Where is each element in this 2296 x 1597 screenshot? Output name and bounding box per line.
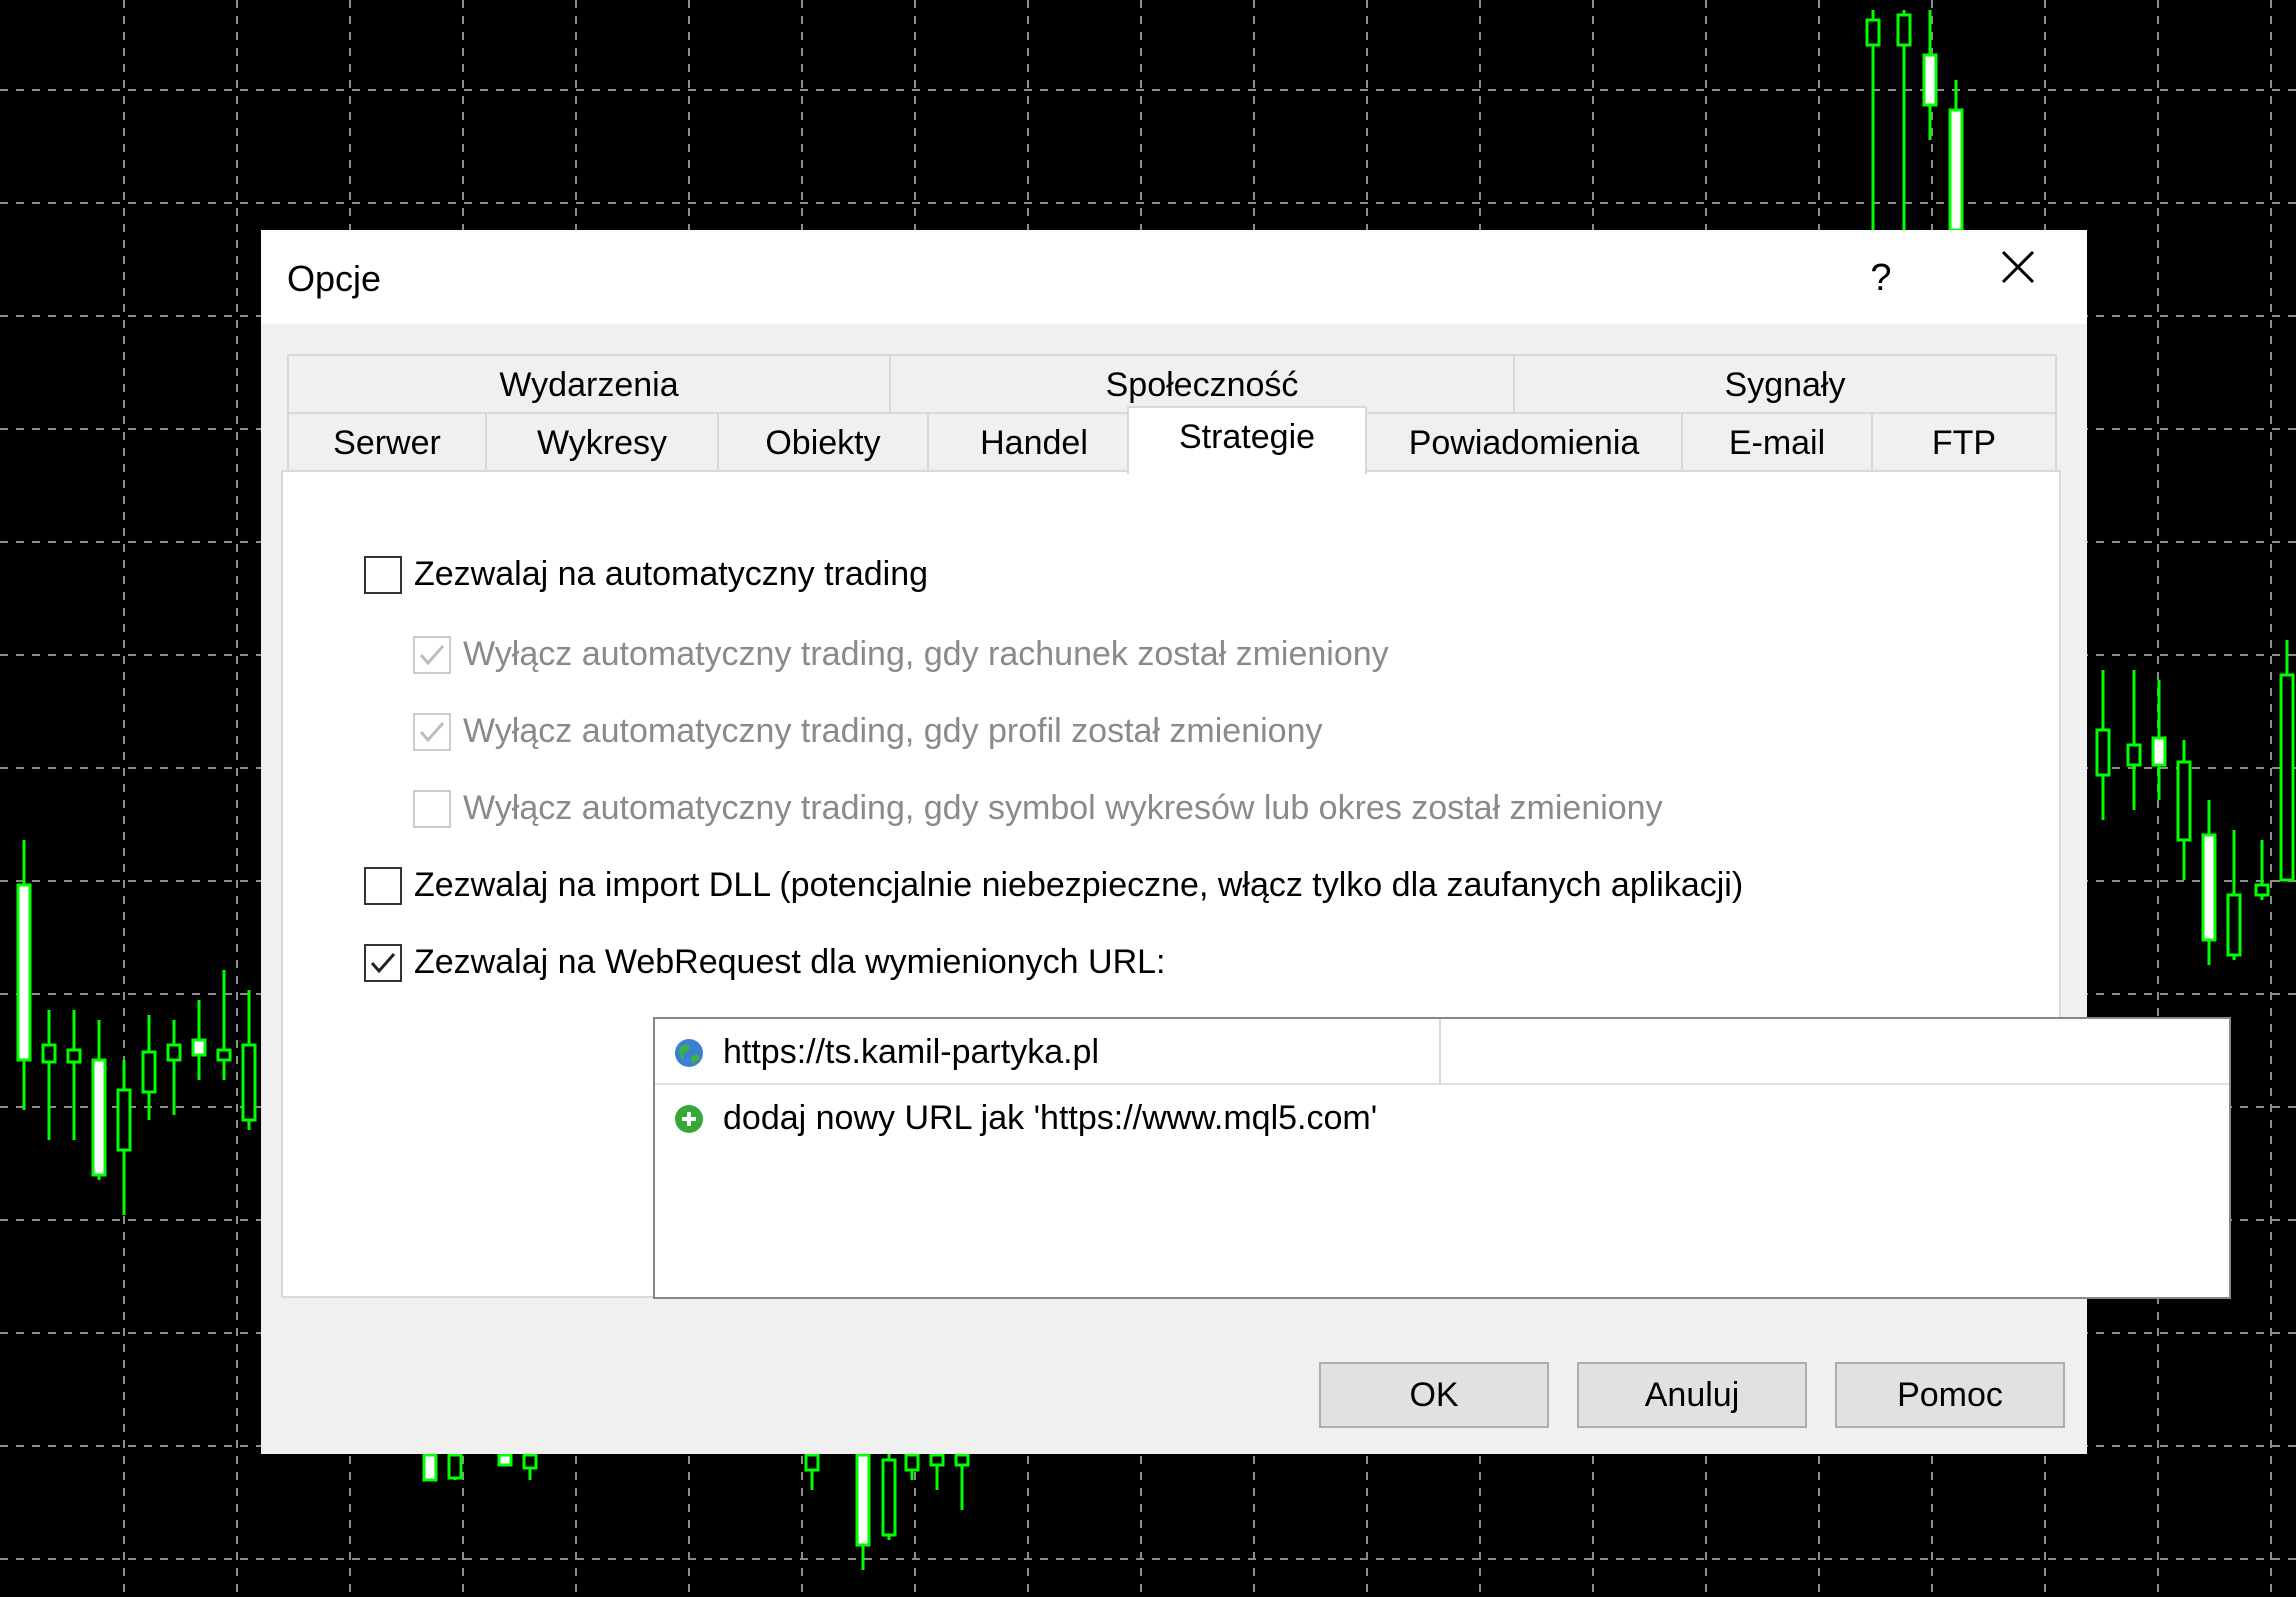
candle-body bbox=[954, 1453, 970, 1467]
tab-wydarzenia[interactable]: Wydarzenia bbox=[287, 354, 891, 414]
dll-import-checkbox[interactable] bbox=[364, 866, 402, 905]
tab-serwer[interactable]: Serwer bbox=[287, 412, 487, 472]
dll-import-label: Zezwalaj na import DLL (potencjalnie nie… bbox=[414, 866, 1744, 904]
checkmark-icon bbox=[419, 644, 445, 665]
candle-body bbox=[216, 1048, 232, 1062]
candle-body bbox=[497, 1453, 513, 1467]
tab-email[interactable]: E-mail bbox=[1681, 412, 1873, 472]
auto-trading-label: Zezwalaj na automatyczny trading bbox=[414, 555, 929, 593]
tab-spolecznosc[interactable]: Społeczność bbox=[889, 354, 1515, 414]
add-url-hint: dodaj nowy URL jak 'https://www.mql5.com… bbox=[723, 1099, 1378, 1137]
candle-body bbox=[904, 1453, 920, 1472]
candle-body bbox=[191, 1038, 207, 1057]
tab-sygnaly[interactable]: Sygnały bbox=[1513, 354, 2057, 414]
checkmark-icon bbox=[419, 721, 445, 742]
candle-body bbox=[1922, 53, 1938, 107]
tab-wykresy[interactable]: Wykresy bbox=[485, 412, 719, 472]
candle-body bbox=[929, 1453, 945, 1467]
help-title-button[interactable]: ? bbox=[1851, 250, 1911, 306]
dll-import-option[interactable]: Zezwalaj na import DLL (potencjalnie nie… bbox=[364, 866, 1743, 905]
url-text: https://ts.kamil-partyka.pl bbox=[723, 1033, 1100, 1071]
candle-body bbox=[1896, 13, 1912, 47]
candle-body bbox=[447, 1453, 463, 1480]
help-button[interactable]: Pomoc bbox=[1835, 1362, 2065, 1428]
disable-on-account-checkbox[interactable] bbox=[413, 635, 451, 674]
candle-body bbox=[422, 1453, 438, 1482]
dialog-title: Opcje bbox=[287, 258, 382, 299]
disable-on-symbol-checkbox[interactable] bbox=[413, 789, 451, 828]
candle-body bbox=[2151, 736, 2167, 767]
webrequest-checkbox[interactable] bbox=[364, 943, 402, 982]
candle-body bbox=[241, 1043, 257, 1122]
candle-body bbox=[166, 1043, 182, 1062]
candle-body bbox=[855, 1453, 871, 1547]
candle-body bbox=[2095, 728, 2111, 777]
disable-on-account-option[interactable]: Wyłącz automatyczny trading, gdy rachune… bbox=[413, 635, 1389, 674]
disable-on-symbol-label: Wyłącz automatyczny trading, gdy symbol … bbox=[463, 789, 1663, 827]
webrequest-option[interactable]: Zezwalaj na WebRequest dla wymienionych … bbox=[364, 943, 1166, 982]
candle-body bbox=[16, 883, 32, 1062]
candle-body bbox=[2254, 883, 2270, 897]
disable-on-account-label: Wyłącz automatyczny trading, gdy rachune… bbox=[463, 635, 1389, 673]
candle-body bbox=[116, 1088, 132, 1152]
auto-trading-option[interactable]: Zezwalaj na automatyczny trading bbox=[364, 555, 928, 594]
auto-trading-checkbox[interactable] bbox=[364, 555, 402, 594]
tab-ftp[interactable]: FTP bbox=[1871, 412, 2057, 472]
disable-on-symbol-option[interactable]: Wyłącz automatyczny trading, gdy symbol … bbox=[413, 789, 1663, 828]
ok-button[interactable]: OK bbox=[1319, 1362, 1549, 1428]
candle-body bbox=[2176, 760, 2192, 842]
tab-strategie[interactable]: Strategie bbox=[1127, 406, 1367, 474]
candle-body bbox=[66, 1048, 82, 1064]
options-dialog: Opcje ? Wydarzenia Społeczność Sygnały S… bbox=[261, 230, 2231, 1454]
tab-handel[interactable]: Handel bbox=[927, 412, 1141, 472]
globe-icon bbox=[675, 1039, 703, 1067]
candle-body bbox=[2226, 893, 2242, 957]
candle-body bbox=[1948, 108, 1964, 232]
candle-body bbox=[1865, 18, 1881, 47]
url-list-item[interactable]: https://ts.kamil-partyka.pl bbox=[655, 1019, 2229, 1085]
webrequest-label: Zezwalaj na WebRequest dla wymienionych … bbox=[414, 943, 1166, 981]
disable-on-profile-checkbox[interactable] bbox=[413, 712, 451, 751]
tab-obiekty[interactable]: Obiekty bbox=[717, 412, 929, 472]
disable-on-profile-label: Wyłącz automatyczny trading, gdy profil … bbox=[463, 712, 1323, 750]
candle-body bbox=[522, 1453, 538, 1470]
tab-powiadomienia[interactable]: Powiadomienia bbox=[1365, 412, 1683, 472]
url-list[interactable]: https://ts.kamil-partyka.pl dodaj nowy U… bbox=[653, 1017, 2231, 1299]
close-icon bbox=[2001, 250, 2035, 284]
candle-body bbox=[881, 1458, 897, 1537]
candle-body bbox=[804, 1453, 820, 1472]
cancel-button[interactable]: Anuluj bbox=[1577, 1362, 1807, 1428]
disable-on-profile-option[interactable]: Wyłącz automatyczny trading, gdy profil … bbox=[413, 712, 1323, 751]
candle-body bbox=[2126, 743, 2142, 767]
candle-body bbox=[141, 1050, 157, 1094]
close-button[interactable] bbox=[1983, 250, 2053, 306]
column-separator bbox=[1439, 1019, 1441, 1083]
plus-circle-icon bbox=[675, 1105, 703, 1133]
add-url-row[interactable]: dodaj nowy URL jak 'https://www.mql5.com… bbox=[655, 1085, 2229, 1151]
dialog-titlebar: Opcje ? bbox=[261, 230, 2087, 324]
candle-body bbox=[2279, 673, 2295, 882]
candle-body bbox=[2201, 833, 2217, 942]
candle-body bbox=[91, 1058, 107, 1177]
candle-body bbox=[41, 1043, 57, 1064]
checkmark-icon bbox=[370, 952, 396, 973]
